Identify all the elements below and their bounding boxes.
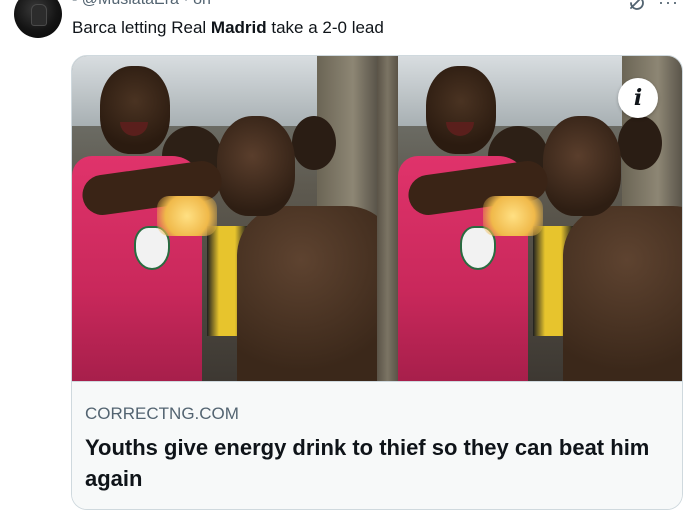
photo-left xyxy=(72,56,377,381)
info-icon[interactable]: i xyxy=(618,78,658,118)
more-icon[interactable]: ··· xyxy=(658,0,679,13)
card-domain: CORRECTNG.COM xyxy=(85,404,239,423)
avatar-figure xyxy=(31,4,47,26)
card-footer[interactable]: CORRECTNG.COM Youths give energy drink t… xyxy=(72,381,682,509)
tweet-handle-line[interactable]: - @MusiataEra · 8h xyxy=(72,0,211,9)
tweet-text-end: take a 2-0 lead xyxy=(266,18,384,37)
card-title[interactable]: Youths give energy drink to thief so the… xyxy=(85,432,665,494)
avatar[interactable] xyxy=(14,0,62,38)
tweet-text: Barca letting Real Madrid take a 2-0 lea… xyxy=(72,18,384,38)
card-image[interactable]: i xyxy=(72,56,682,381)
tweet-text-start: Barca letting Real xyxy=(72,18,211,37)
tweet-text-bold: Madrid xyxy=(210,18,267,37)
grok-icon[interactable] xyxy=(627,0,647,12)
link-card[interactable]: i CORRECTNG.COM Youths give energy drink… xyxy=(71,55,683,510)
photo-divider xyxy=(377,56,398,381)
